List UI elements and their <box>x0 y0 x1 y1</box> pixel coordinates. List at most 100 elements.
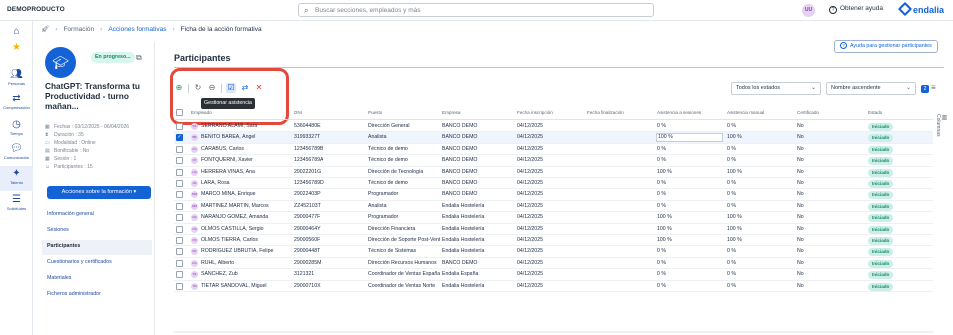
employee-name[interactable]: MARTÍNEZ MARTÍN, Marcos <box>201 203 291 209</box>
table-row[interactable]: RF RODRÍGUEZ UBRUTIA, Felipe 29000448T Técn… <box>174 246 933 258</box>
nav-tiempo[interactable]: ◷ Tiempo <box>0 119 33 136</box>
employee-avatar: OS <box>191 225 198 233</box>
row-checkbox[interactable] <box>176 191 183 199</box>
table-row[interactable]: CC CARABUS, Carlos 123456789B Técnico de de… <box>174 144 933 156</box>
column-header[interactable]: DNI <box>294 110 302 115</box>
employee-name[interactable]: FONTQUERNI, Xavier <box>201 157 291 163</box>
employee-name[interactable]: SÁNCHEZ, Zub <box>201 271 291 277</box>
cell-puesto: Técnico de demo <box>368 180 408 186</box>
row-checkbox[interactable]: ✓ <box>176 134 183 142</box>
cell-cert: No <box>797 214 804 221</box>
row-checkbox[interactable] <box>176 225 183 233</box>
table-row[interactable]: SZ SÁNCHEZ, Zub 3121321 Coordinador de Vent… <box>174 269 933 281</box>
employee-name[interactable]: MARCO MINA, Enrique <box>201 191 291 197</box>
employee-avatar: SZ <box>191 271 198 279</box>
nav-label: Personas <box>8 81 25 86</box>
course-actions-button[interactable]: Acciones sobre la formación ▾ <box>47 186 151 199</box>
cell-empresa: Endalia Hostelería <box>442 248 485 255</box>
cell-session-attendance[interactable]: 100 % <box>656 133 723 143</box>
column-header[interactable]: Asistencia a sesiones <box>657 110 701 115</box>
breadcrumb-item[interactable]: Acciones formativas <box>108 26 166 33</box>
breadcrumb-item[interactable]: Formación <box>63 26 94 33</box>
row-checkbox[interactable] <box>176 157 183 165</box>
row-checkbox[interactable] <box>176 271 183 279</box>
column-header[interactable]: Estado <box>868 110 882 115</box>
column-header[interactable]: Fecha inscripción <box>517 110 553 115</box>
row-checkbox[interactable] <box>176 202 183 210</box>
column-header[interactable]: Empleado <box>191 110 212 115</box>
side-menu-item-active[interactable]: Participantes <box>42 240 152 255</box>
rocket-icon: 🚀︎ <box>41 26 50 33</box>
help-participants-button[interactable]: ? Ayuda para gestionar participantes <box>834 40 938 53</box>
employee-name[interactable]: SERRANO ALAMI, Sara <box>201 123 291 129</box>
employee-name[interactable]: NARANJO GÓMEZ, Amanda <box>201 214 291 220</box>
nav-personas[interactable]: 👥︎ Personas <box>0 69 33 86</box>
row-checkbox[interactable] <box>176 123 183 130</box>
user-avatar[interactable]: UU <box>802 4 815 17</box>
employee-name[interactable]: OLMOS CASTILLA, Sergio <box>201 226 291 232</box>
nav-talento[interactable]: ✦ Talento <box>0 166 33 191</box>
table-row[interactable]: HA HERRERA VIÑAS, Ana 29022201G Dirección d… <box>174 167 933 178</box>
filter-count-badge[interactable]: 2 <box>921 85 929 93</box>
side-menu-item[interactable]: Materiales <box>42 272 152 287</box>
cell-cert: No <box>797 180 804 186</box>
row-checkbox[interactable] <box>176 180 183 187</box>
column-header[interactable]: Asistencia manual <box>727 110 764 115</box>
table-row[interactable]: SS SERRANO ALAMI, Sara 53604480E Dirección … <box>174 121 933 133</box>
employee-name[interactable]: BENITO BAREA, Ángel <box>201 134 291 140</box>
external-link-icon[interactable]: ⧉ <box>136 53 142 63</box>
row-checkbox[interactable] <box>176 145 183 153</box>
column-header[interactable]: Puesto <box>368 110 382 115</box>
cell-manual-attendance: 0 % <box>727 259 736 266</box>
cell-puesto: Analista <box>368 202 387 209</box>
nav-favorites[interactable]: ★ <box>0 42 33 53</box>
search-input[interactable]: ⌕ Buscar secciones, empleados y más <box>298 3 654 17</box>
side-menu-item[interactable]: Cuestionarios y certificados <box>42 256 152 271</box>
employee-name[interactable]: RUHL, Alberto <box>201 260 291 266</box>
list-menu-icon[interactable]: ≡ <box>931 83 936 92</box>
employee-name[interactable]: CARABUS, Carlos <box>201 146 291 152</box>
row-checkbox[interactable] <box>176 282 183 290</box>
employee-name[interactable]: RODRÍGUEZ UBRUTIA, Felipe <box>201 248 291 254</box>
sort-select[interactable]: Nombre ascendente ⌄ <box>826 82 916 95</box>
nav-comunicacion[interactable]: 💬︎ Comunicación <box>0 143 33 160</box>
horizontal-scrollbar[interactable] <box>174 331 933 333</box>
employee-name[interactable]: HERRERA VIÑAS, Ana <box>201 169 291 175</box>
side-menu-item[interactable]: Sesiones <box>42 224 152 239</box>
nav-compensacion[interactable]: ⇄ Compensación <box>0 93 33 110</box>
column-header[interactable]: Empresa <box>442 110 460 115</box>
employee-name[interactable]: TIÉTAR SANDOVAL, Miguel <box>201 283 291 289</box>
nav-solicitudes[interactable]: ☰ Solicitudes <box>0 194 33 211</box>
side-menu-item[interactable]: Ficheros administrador <box>42 288 152 303</box>
row-checkbox[interactable] <box>176 214 183 222</box>
nav-home[interactable]: ⌂ <box>0 26 33 37</box>
row-checkbox[interactable] <box>176 237 183 244</box>
hourglass-icon: ⧗ <box>45 132 49 138</box>
column-header[interactable]: Certificado <box>797 110 819 115</box>
column-header[interactable]: Fecha finalización <box>587 110 624 115</box>
table-row[interactable]: FX FONTQUERNI, Xavier 123456789A Técnico de… <box>174 155 933 167</box>
table-row[interactable]: RA RUHL, Alberto 29000285M Dirección Recurs… <box>174 258 933 270</box>
employee-name[interactable]: LARA, Rosa <box>201 180 291 186</box>
table-row[interactable]: MM MARTÍNEZ MARTÍN, Marcos ZZ452103T Analis… <box>174 201 933 213</box>
row-checkbox[interactable] <box>176 168 183 176</box>
table-row[interactable]: OS OLMOS TIERRA, Carlos 29000560F Dirección… <box>174 235 933 247</box>
row-checkbox[interactable] <box>176 259 183 267</box>
columns-toggle[interactable]: ▥ Columnas <box>935 114 948 137</box>
table-row[interactable]: TM TIÉTAR SANDOVAL, Miguel 29000710X Coordi… <box>174 281 933 292</box>
employee-name[interactable]: OLMOS TIERRA, Carlos <box>201 237 291 243</box>
help-participants-label: Ayuda para gestionar participantes <box>850 43 932 49</box>
select-all-checkbox[interactable] <box>176 109 183 116</box>
state-filter-select[interactable]: Todos los estados ⌄ <box>731 82 821 95</box>
cell-puesto: Coordinador de Ventas España <box>368 271 440 278</box>
table-row[interactable]: OS OLMOS CASTILLA, Sergio 29000464Y Direcci… <box>174 224 933 235</box>
cell-session-attendance: 0 % <box>657 180 666 186</box>
table-row[interactable]: NA NARANJO GÓMEZ, Amanda 29000477F Programa… <box>174 212 933 224</box>
table-row[interactable]: ✓ BB BENITO BAREA, Ángel 31993327T Analista B… <box>174 132 933 144</box>
row-checkbox[interactable] <box>176 248 183 256</box>
home-icon: ⌂ <box>13 26 20 37</box>
side-menu-item[interactable]: Información general <box>42 208 152 223</box>
table-row[interactable]: LR LARA, Rosa 123456789D Técnico de demo BAN… <box>174 178 933 190</box>
help-button[interactable]: ? Obtener ayuda <box>829 5 883 14</box>
table-row[interactable]: MM MARCO MINA, Enrique 29022403P Programado… <box>174 189 933 201</box>
